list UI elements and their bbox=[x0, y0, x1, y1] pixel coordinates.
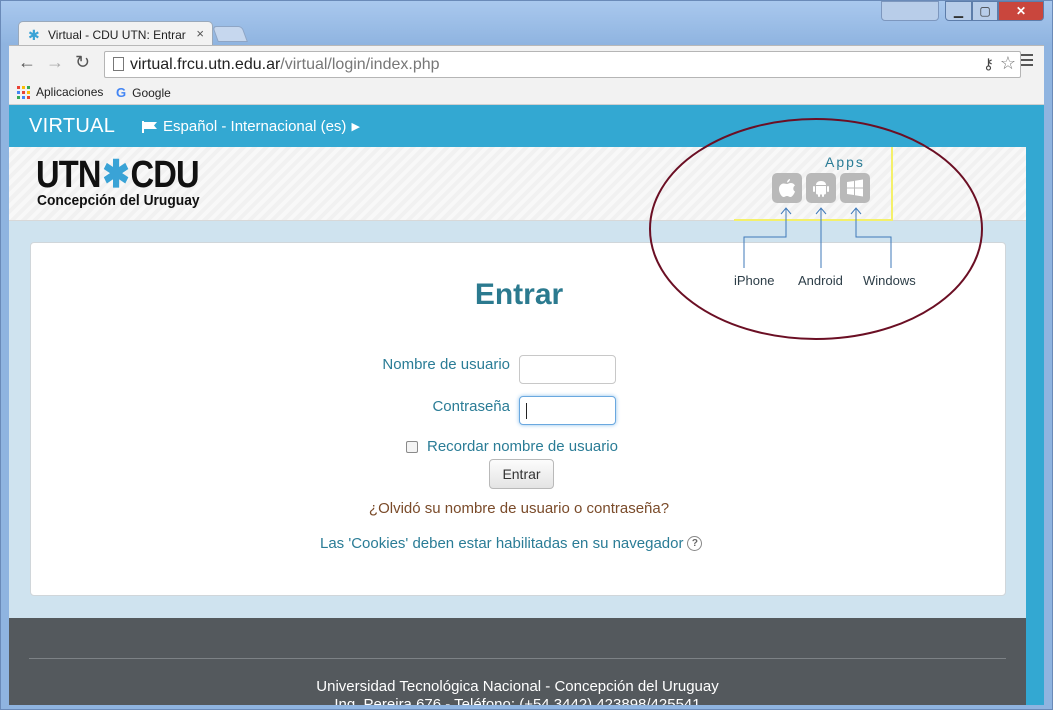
apps-grid-icon bbox=[17, 85, 30, 99]
site-favicon-icon: ✱ bbox=[28, 27, 40, 43]
window-controls: ▁ ▢ ✕ bbox=[945, 1, 1044, 21]
browser-toolbar: ← → ↻ virtual.frcu.utn.edu.ar/virtual/lo… bbox=[9, 45, 1044, 81]
window-caption-spacer bbox=[881, 1, 939, 21]
android-app-icon[interactable] bbox=[806, 173, 836, 203]
google-icon: G bbox=[116, 85, 127, 100]
apps-label: Apps bbox=[825, 154, 865, 170]
bookmark-star-icon[interactable]: ☆ bbox=[1000, 53, 1016, 74]
page-viewport: VIRTUAL Español - Internacional ‎(es)‎ ▶… bbox=[9, 105, 1044, 705]
password-input[interactable] bbox=[519, 396, 616, 425]
reload-icon[interactable]: ↻ bbox=[75, 52, 90, 73]
site-footer: Universidad Tecnológica Nacional - Conce… bbox=[9, 618, 1026, 705]
login-card: Entrar Nombre de usuario Contraseña Reco… bbox=[30, 242, 1006, 596]
remember-label[interactable]: Recordar nombre de usuario bbox=[427, 438, 618, 455]
browser-tab[interactable]: ✱ Virtual - CDU UTN: Entrar × bbox=[18, 21, 213, 47]
windows-app-icon[interactable] bbox=[840, 173, 870, 203]
tab-strip: ✱ Virtual - CDU UTN: Entrar × ▁ ▢ ✕ bbox=[1, 1, 1052, 47]
address-bar[interactable]: virtual.frcu.utn.edu.ar/virtual/login/in… bbox=[104, 51, 1021, 78]
back-icon[interactable]: ← bbox=[18, 52, 36, 73]
bookmark-google[interactable]: G Google bbox=[116, 85, 171, 100]
url-domain: virtual.frcu.utn.edu.ar bbox=[130, 56, 281, 73]
footer-divider bbox=[29, 658, 1006, 659]
url-text[interactable]: virtual.frcu.utn.edu.ar/virtual/login/in… bbox=[130, 56, 440, 74]
password-label: Contraseña bbox=[432, 398, 510, 415]
new-tab-button[interactable] bbox=[212, 26, 248, 42]
forgot-password-link[interactable]: ¿Olvidó su nombre de usuario o contraseñ… bbox=[31, 500, 1007, 517]
cookies-notice: Las 'Cookies' deben estar habilitadas en… bbox=[320, 535, 703, 552]
minimize-button[interactable]: ▁ bbox=[945, 1, 972, 21]
flag-icon bbox=[142, 120, 157, 133]
maximize-button[interactable]: ▢ bbox=[972, 1, 998, 21]
forward-icon[interactable]: → bbox=[46, 52, 64, 73]
bookmark-aplicaciones[interactable]: Aplicaciones bbox=[17, 85, 103, 99]
remember-checkbox[interactable] bbox=[406, 441, 418, 453]
bookmarks-bar: Aplicaciones G Google bbox=[9, 81, 1044, 105]
browser-window: ✱ Virtual - CDU UTN: Entrar × ▁ ▢ ✕ ← → … bbox=[0, 0, 1053, 710]
url-path: /virtual/login/index.php bbox=[280, 56, 440, 73]
page-icon bbox=[113, 57, 124, 71]
footer-address: Ing. Pereira 676 - Teléfono: (+54 3442) … bbox=[334, 696, 701, 705]
bookmark-label: Google bbox=[132, 85, 171, 100]
highlight-line bbox=[891, 147, 893, 219]
login-button[interactable]: Entrar bbox=[489, 459, 554, 489]
language-menu[interactable]: Español - Internacional ‎(es)‎ ▶ bbox=[142, 118, 360, 135]
utn-cdu-logo[interactable]: UTN✱CDU bbox=[36, 152, 200, 197]
apple-app-icon[interactable] bbox=[772, 173, 802, 203]
caret-right-icon: ▶ bbox=[351, 121, 360, 133]
logo-star: ✱ bbox=[102, 154, 129, 196]
cookies-text: Las 'Cookies' deben estar habilitadas en… bbox=[320, 535, 684, 552]
menu-icon[interactable] bbox=[1021, 54, 1033, 69]
logo-subtitle: Concepción del Uruguay bbox=[37, 192, 200, 209]
key-icon[interactable]: ⚷ bbox=[983, 55, 994, 73]
site-navbar: VIRTUAL Español - Internacional ‎(es)‎ ▶ bbox=[9, 105, 1044, 147]
help-icon[interactable]: ? bbox=[687, 536, 703, 551]
username-input[interactable] bbox=[519, 355, 616, 384]
brand-link[interactable]: VIRTUAL bbox=[29, 115, 115, 138]
language-label: Español - Internacional ‎(es)‎ bbox=[163, 118, 347, 135]
scrollbar-track[interactable] bbox=[1026, 147, 1044, 705]
highlight-line bbox=[734, 219, 893, 221]
logo-utn: UTN bbox=[36, 154, 101, 196]
logo-cdu: CDU bbox=[130, 154, 200, 196]
tab-close-icon[interactable]: × bbox=[196, 26, 204, 41]
site-header: UTN✱CDU Concepción del Uruguay Apps bbox=[9, 147, 1026, 221]
footer-institution: Universidad Tecnológica Nacional - Conce… bbox=[316, 678, 719, 695]
tab-title: Virtual - CDU UTN: Entrar bbox=[48, 28, 186, 42]
login-title: Entrar bbox=[474, 278, 564, 311]
bookmark-label: Aplicaciones bbox=[36, 85, 104, 99]
close-window-button[interactable]: ✕ bbox=[998, 1, 1044, 21]
username-label: Nombre de usuario bbox=[382, 356, 510, 373]
